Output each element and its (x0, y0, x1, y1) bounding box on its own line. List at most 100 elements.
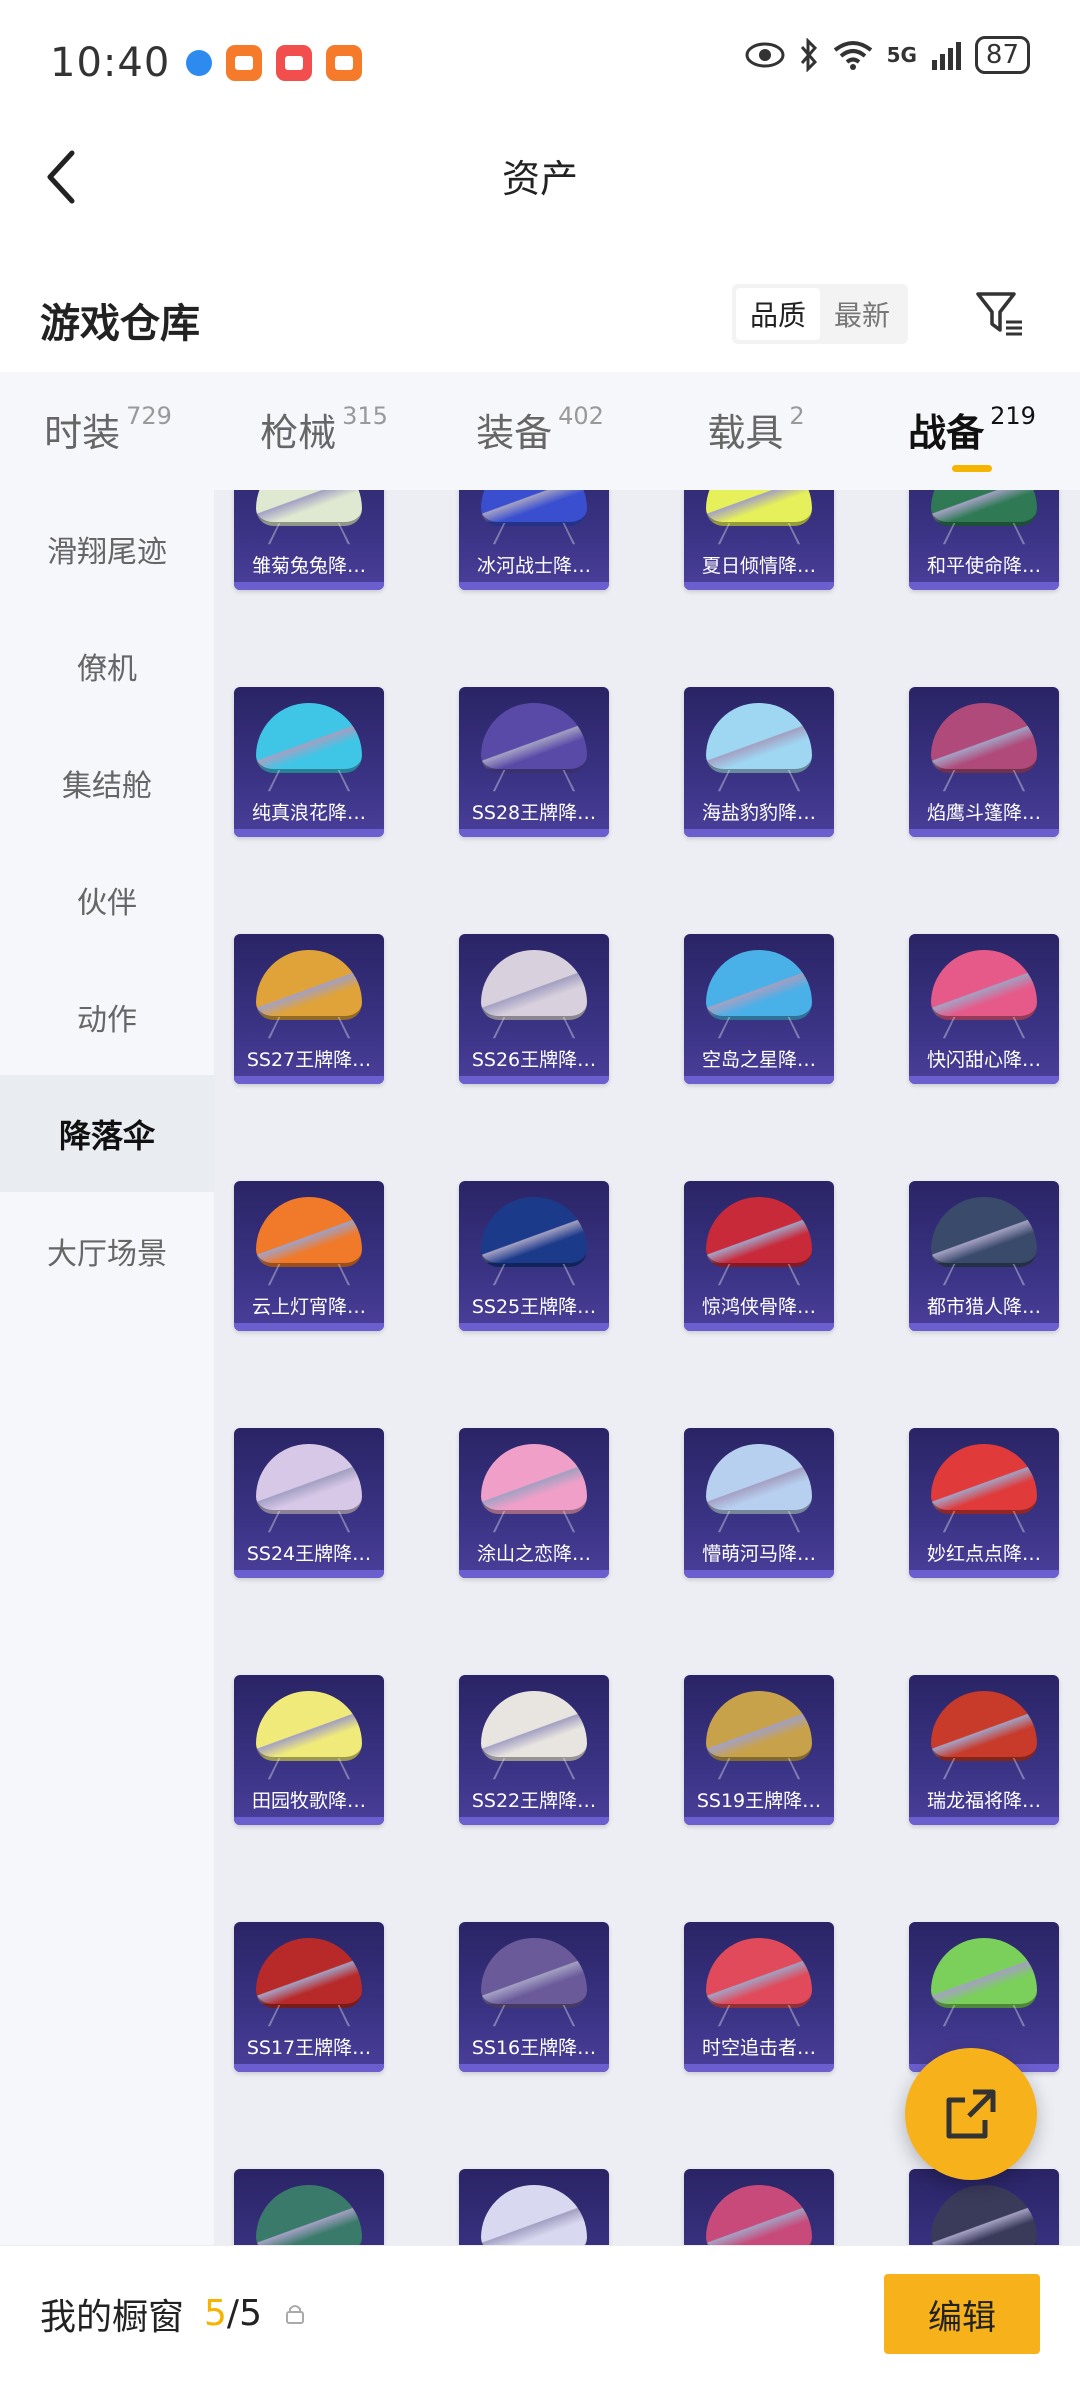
parachute-lines (492, 1263, 576, 1286)
parachute-lines (717, 2004, 801, 2027)
back-button[interactable] (32, 147, 92, 207)
parachute-item[interactable]: 夏日倾情降… (684, 490, 834, 590)
tab-readiness[interactable]: 战备 219 (864, 396, 1080, 472)
parachute-item[interactable] (909, 2169, 1059, 2245)
nav-bar: 资产 (0, 125, 1080, 225)
parachute-grid-scroll[interactable]: 雏菊兔兔降… 冰河战士降… 夏日倾情降… 和平使命降… 纯真浪花降… SS28王牌降… 海盐… (214, 490, 1080, 2245)
warehouse-title: 游戏仓库 (40, 301, 200, 347)
parachute-item[interactable] (459, 2169, 609, 2245)
parachute-item[interactable]: 都市猎人降… (909, 1181, 1059, 1331)
parachute-item[interactable]: 妙红点点降… (909, 1428, 1059, 1578)
share-button[interactable] (905, 2048, 1037, 2180)
sidebar-item-partner[interactable]: 伙伴 (0, 841, 214, 958)
sidebar-item-assembly-pod[interactable]: 集结舱 (0, 724, 214, 841)
parachute-item[interactable]: 田园牧歌降… (234, 1675, 384, 1825)
parachute-lines (267, 1510, 351, 1533)
parachute-lines (942, 769, 1026, 792)
parachute-image (931, 950, 1037, 1020)
eye-icon (745, 42, 785, 68)
parachute-item[interactable]: 雏菊兔兔降… (234, 490, 384, 590)
parachute-name: SS25王牌降… (471, 1296, 597, 1318)
parachute-image (706, 2185, 812, 2245)
tab-label: 载具 (707, 411, 784, 455)
parachute-item[interactable]: 和平使命降… (909, 490, 1059, 590)
parachute-item[interactable]: 焰鹰斗篷降… (909, 687, 1059, 837)
parachute-image (481, 2185, 587, 2245)
share-icon (946, 2089, 996, 2139)
status-bar: 10:40 5G 87 (0, 0, 1080, 125)
parachute-item[interactable]: SS24王牌降… (234, 1428, 384, 1578)
tab-label: 战备 (908, 411, 985, 455)
bluetooth-icon (800, 38, 817, 72)
parachute-item[interactable]: SS16王牌降… (459, 1922, 609, 2072)
parachute-image (256, 1691, 362, 1761)
filter-button[interactable] (968, 282, 1032, 346)
parachute-lines (492, 2004, 576, 2027)
parachute-item[interactable]: 惊鸿侠骨降… (684, 1181, 834, 1331)
tab-vehicles[interactable]: 载具 2 (648, 396, 864, 466)
parachute-item[interactable]: SS26王牌降… (459, 934, 609, 1084)
sort-latest-button[interactable]: 最新 (820, 288, 904, 340)
parachute-image (931, 703, 1037, 773)
parachute-name: 惊鸿侠骨降… (701, 1296, 816, 1318)
parachute-item[interactable]: SS19王牌降… (684, 1675, 834, 1825)
sidebar-item-parachute[interactable]: 降落伞 (0, 1075, 214, 1192)
parachute-item[interactable]: 纯真浪花降… (234, 687, 384, 837)
app-notification-icon (326, 44, 363, 81)
parachute-item[interactable]: SS17王牌降… (234, 1922, 384, 2072)
sort-quality-button[interactable]: 品质 (736, 288, 820, 340)
parachute-image (706, 1444, 812, 1514)
network-type: 5G (886, 43, 917, 67)
tab-guns[interactable]: 枪械 315 (216, 396, 432, 466)
parachute-lines (267, 1016, 351, 1039)
parachute-lines (492, 1757, 576, 1780)
parachute-item[interactable]: SS22王牌降… (459, 1675, 609, 1825)
parachute-item[interactable]: SS28王牌降… (459, 687, 609, 837)
tab-underline (952, 465, 992, 472)
parachute-image (931, 1444, 1037, 1514)
tab-fashion[interactable]: 时装 729 (0, 396, 216, 466)
sidebar-item-lobby-scene[interactable]: 大厅场景 (0, 1192, 214, 1309)
parachute-name: 涂山之恋降… (476, 1543, 591, 1565)
parachute-item[interactable]: 时空追击者… (684, 1922, 834, 2072)
parachute-item[interactable]: 冰河战士降… (459, 490, 609, 590)
tab-count: 2 (789, 402, 805, 430)
sidebar-item-glide-trail[interactable]: 滑翔尾迹 (0, 490, 214, 607)
parachute-item[interactable]: 云上灯宵降… (234, 1181, 384, 1331)
showcase-count: 5/5 (204, 2293, 262, 2334)
parachute-lines (492, 769, 576, 792)
parachute-image (481, 1938, 587, 2008)
parachute-item[interactable] (684, 2169, 834, 2245)
parachute-item[interactable]: 瑞龙福将降… (909, 1675, 1059, 1825)
sidebar-item-emote[interactable]: 动作 (0, 958, 214, 1075)
parachute-lines (267, 522, 351, 545)
mail-notification-icon (276, 44, 313, 81)
parachute-image (706, 1691, 812, 1761)
edit-button[interactable]: 编辑 (884, 2274, 1040, 2354)
tab-equipment[interactable]: 装备 402 (432, 396, 648, 466)
parachute-item[interactable]: 涂山之恋降… (459, 1428, 609, 1578)
tab-count: 315 (342, 402, 388, 430)
parachute-item[interactable]: 海盐豹豹降… (684, 687, 834, 837)
parachute-image (256, 1444, 362, 1514)
parachute-lines (267, 2004, 351, 2027)
showcase-count-current: 5 (204, 2293, 227, 2334)
parachute-image (706, 1197, 812, 1267)
parachute-image (931, 2185, 1037, 2245)
parachute-item[interactable]: 快闪甜心降… (909, 934, 1059, 1084)
parachute-item[interactable] (234, 2169, 384, 2245)
sidebar-item-wingman[interactable]: 僚机 (0, 607, 214, 724)
parachute-name: SS22王牌降… (471, 1790, 597, 1812)
parachute-name: SS19王牌降… (696, 1790, 822, 1812)
parachute-item[interactable]: SS25王牌降… (459, 1181, 609, 1331)
parachute-image (256, 1938, 362, 2008)
parachute-name: 海盐豹豹降… (701, 802, 816, 824)
showcase-label: 我的橱窗 (40, 2296, 185, 2338)
parachute-item[interactable]: 空岛之星降… (684, 934, 834, 1084)
tab-count: 402 (558, 402, 604, 430)
parachute-image (481, 703, 587, 773)
parachute-image (481, 950, 587, 1020)
parachute-image (706, 703, 812, 773)
parachute-item[interactable]: SS27王牌降… (234, 934, 384, 1084)
parachute-item[interactable]: 懵萌河马降… (684, 1428, 834, 1578)
